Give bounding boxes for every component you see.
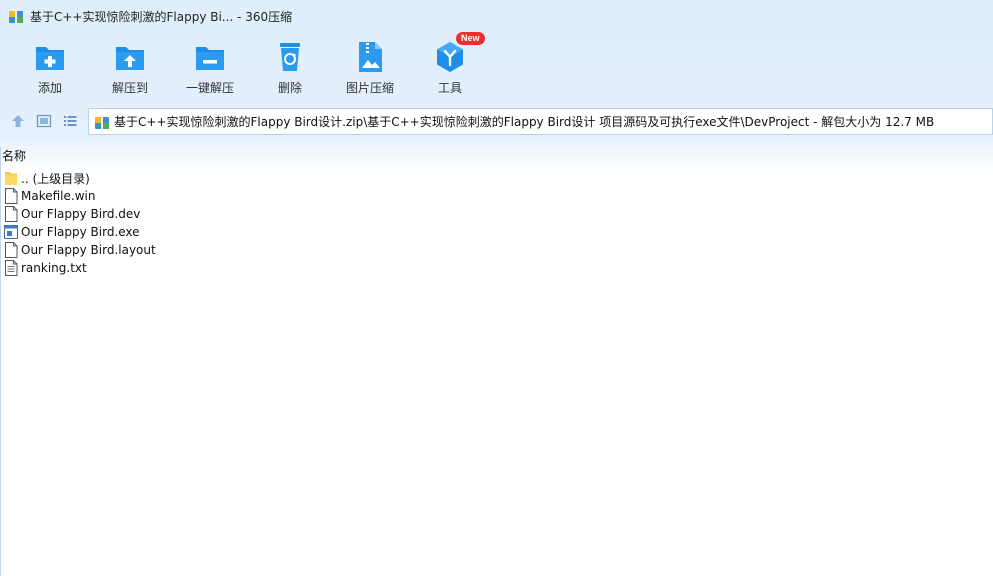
column-header[interactable]: 名称 (0, 146, 993, 164)
list-item[interactable]: Makefile.win (4, 187, 604, 205)
list-left-border (0, 146, 1, 576)
file-name: ranking.txt (21, 261, 87, 275)
extract-to-button[interactable]: 解压到 (90, 36, 170, 98)
thumbnail-view-icon[interactable] (34, 111, 54, 131)
extract-to-icon (113, 40, 147, 74)
document-icon (4, 242, 18, 258)
recycle-bin-icon (273, 40, 307, 74)
file-name: Makefile.win (21, 189, 96, 203)
image-compress-icon (353, 40, 387, 74)
up-arrow-icon[interactable] (8, 111, 28, 131)
title-bar: 基于C++实现惊险刺激的Flappy Bi... - 360压缩 (0, 0, 993, 32)
file-name: .. (上级目录) (21, 171, 90, 186)
image-compress-label: 图片压缩 (345, 81, 394, 95)
new-badge: New (456, 32, 485, 45)
add-folder-icon (33, 40, 67, 74)
one-click-extract-button[interactable]: 一键解压 (170, 36, 250, 98)
address-bar[interactable]: 基于C++实现惊险刺激的Flappy Bird设计.zip\基于C++实现惊险刺… (88, 108, 993, 135)
archive-icon (94, 114, 110, 130)
folder-icon (4, 170, 18, 186)
delete-label: 删除 (277, 81, 302, 95)
file-name: Our Flappy Bird.dev (21, 207, 141, 221)
file-list: .. (上级目录) Makefile.win Our Flappy Bird.d… (4, 169, 604, 277)
delete-button[interactable]: 删除 (250, 36, 330, 98)
one-click-extract-icon (193, 40, 227, 74)
list-view-icon[interactable] (60, 111, 80, 131)
text-file-icon (4, 260, 18, 276)
file-name: Our Flappy Bird.exe (21, 225, 140, 239)
address-path: 基于C++实现惊险刺激的Flappy Bird设计.zip\基于C++实现惊险刺… (114, 115, 935, 129)
add-label: 添加 (37, 81, 62, 95)
list-item[interactable]: .. (上级目录) (4, 169, 604, 187)
add-button[interactable]: 添加 (10, 36, 90, 98)
file-name: Our Flappy Bird.layout (21, 243, 156, 257)
one-click-extract-label: 一键解压 (185, 81, 234, 95)
nav-buttons (8, 111, 80, 131)
toolbar: 添加 解压到 一键解压 删除 图片压缩 New 工具 (10, 32, 490, 98)
window-title: 基于C++实现惊险刺激的Flappy Bi... - 360压缩 (30, 9, 293, 24)
exe-icon (4, 224, 18, 240)
column-name-header[interactable]: 名称 (2, 147, 26, 164)
tools-icon (433, 40, 467, 74)
extract-to-label: 解压到 (111, 81, 148, 95)
app-archive-icon (8, 8, 24, 24)
tools-button[interactable]: New 工具 (410, 32, 490, 98)
list-item[interactable]: Our Flappy Bird.dev (4, 205, 604, 223)
image-compress-button[interactable]: 图片压缩 (330, 36, 410, 98)
document-icon (4, 188, 18, 204)
list-item[interactable]: Our Flappy Bird.layout (4, 241, 604, 259)
document-icon (4, 206, 18, 222)
list-item[interactable]: ranking.txt (4, 259, 604, 277)
tools-label: 工具 (437, 81, 462, 95)
list-item[interactable]: Our Flappy Bird.exe (4, 223, 604, 241)
